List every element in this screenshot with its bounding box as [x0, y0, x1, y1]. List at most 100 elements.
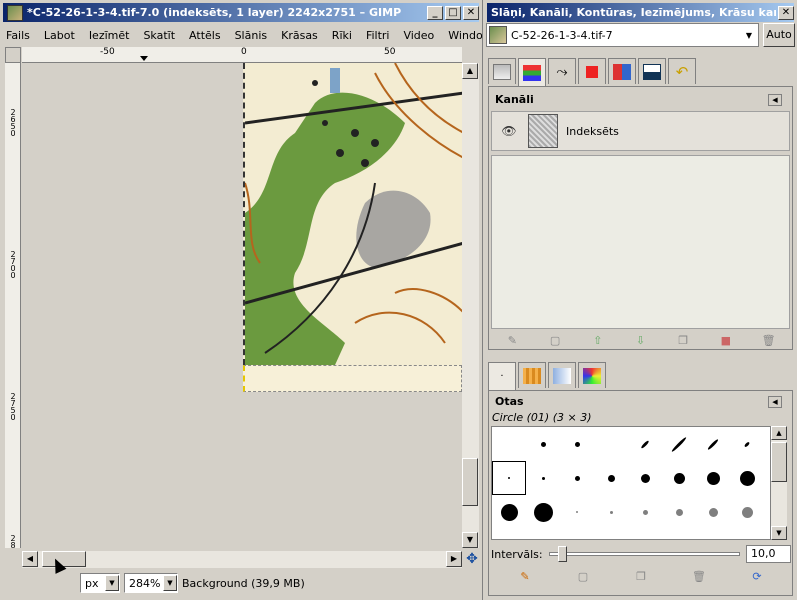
maximize-button[interactable]: □ [445, 5, 461, 20]
menu-video[interactable]: Video [403, 29, 434, 42]
brush-cell[interactable] [560, 427, 594, 461]
edit-brush-icon[interactable]: ✎ [518, 570, 532, 584]
menu-image[interactable]: Attēls [189, 29, 221, 42]
brush-scroll-thumb[interactable] [771, 442, 787, 482]
scroll-down-arrow-icon[interactable]: ▼ [462, 532, 478, 548]
panel-menu-arrow-icon[interactable]: ◀ [768, 396, 782, 408]
tab-selection[interactable] [578, 58, 606, 84]
brush-grid[interactable] [491, 426, 771, 540]
tab-patterns[interactable] [518, 362, 546, 388]
refresh-brushes-icon[interactable]: ⟳ [750, 570, 764, 584]
brush-cell[interactable] [730, 461, 764, 495]
menu-view[interactable]: Skatīt [143, 29, 175, 42]
brush-cell[interactable] [730, 427, 764, 461]
delete-channel-icon[interactable]: 🗑 [762, 334, 776, 348]
brush-cell[interactable] [628, 427, 662, 461]
spacing-slider-knob[interactable] [557, 546, 567, 562]
brush-cell[interactable] [628, 461, 662, 495]
spacing-slider[interactable] [548, 546, 740, 562]
menu-select[interactable]: Iezīmēt [89, 29, 130, 42]
status-info: Background (39,9 MB) [182, 576, 305, 590]
image-canvas[interactable] [22, 63, 462, 548]
brush-cell[interactable] [628, 495, 662, 529]
brush-preview [574, 475, 580, 481]
undo-icon: ↶ [675, 62, 689, 81]
duplicate-brush-icon[interactable]: ❐ [634, 570, 648, 584]
brush-cell-selected[interactable] [492, 461, 526, 495]
chevron-down-icon[interactable]: ▼ [163, 575, 177, 591]
channel-to-selection-icon[interactable]: ■ [719, 334, 733, 348]
brush-cell[interactable] [526, 495, 560, 529]
channel-row[interactable]: 👁 Indeksēts [491, 111, 790, 151]
new-channel-icon[interactable]: ▢ [548, 334, 562, 348]
edit-channel-icon[interactable]: ✎ [505, 334, 519, 348]
brush-cell[interactable] [594, 461, 628, 495]
eye-icon[interactable]: 👁 [498, 124, 520, 138]
brush-cell[interactable] [662, 427, 696, 461]
brush-cell[interactable] [662, 461, 696, 495]
tab-colormap[interactable] [608, 58, 636, 84]
delete-brush-icon[interactable]: 🗑 [692, 570, 706, 584]
new-brush-icon[interactable]: ▢ [576, 570, 590, 584]
scroll-down-arrow-icon[interactable]: ▼ [771, 526, 787, 540]
palettes-icon [583, 367, 601, 384]
menu-colors[interactable]: Krāsas [281, 29, 318, 42]
zoom-select[interactable]: 284% ▼ [124, 573, 178, 593]
brush-cell[interactable] [594, 495, 628, 529]
tab-undo-history[interactable]: ↶ [668, 58, 696, 84]
scroll-up-arrow-icon[interactable]: ▲ [462, 63, 478, 79]
vruler-label: 2 8 [10, 534, 16, 550]
image-window-titlebar[interactable]: *C-52-26-1-3-4.tif-7.0 (indeksēts, 1 lay… [0, 0, 482, 25]
patterns-icon [523, 367, 541, 384]
brush-preview [743, 440, 751, 448]
vertical-scroll-thumb[interactable] [462, 458, 478, 506]
image-selector[interactable]: C-52-26-1-3-4.tif-7 ▼ [486, 23, 759, 47]
vertical-scrollbar[interactable]: ▲ ▼ [462, 63, 479, 548]
brush-cell[interactable] [492, 427, 526, 461]
brush-cell[interactable] [696, 427, 730, 461]
brush-cell[interactable] [560, 461, 594, 495]
tab-layers[interactable] [488, 58, 516, 84]
menu-filters[interactable]: Filtri [366, 29, 390, 42]
quickmask-corner-button[interactable] [5, 47, 21, 63]
brush-cell[interactable] [560, 495, 594, 529]
spacing-spinbox[interactable]: 10,0 [745, 545, 791, 563]
brush-cell[interactable] [696, 461, 730, 495]
auto-button[interactable]: Auto [763, 23, 795, 47]
lower-channel-icon[interactable]: ⇩ [633, 334, 647, 348]
menu-edit[interactable]: Labot [44, 29, 75, 42]
brush-cell[interactable] [730, 495, 764, 529]
menu-tools[interactable]: Rīki [332, 29, 352, 42]
navigate-icon[interactable]: ✥ [464, 551, 480, 567]
close-button[interactable]: ✕ [778, 5, 794, 20]
unit-select[interactable]: px ▼ [80, 573, 120, 593]
horizontal-scrollbar[interactable]: ◀ ▶ [22, 551, 462, 568]
brush-cell[interactable] [492, 495, 526, 529]
brush-cell[interactable] [526, 461, 560, 495]
brush-cell[interactable] [662, 495, 696, 529]
tab-brushes[interactable]: · [488, 362, 516, 390]
brush-scrollbar[interactable]: ▲ ▼ [771, 426, 787, 540]
chevron-down-icon[interactable]: ▼ [740, 31, 758, 40]
duplicate-channel-icon[interactable]: ❐ [676, 334, 690, 348]
close-button[interactable]: ✕ [463, 5, 479, 20]
channels-list-empty-area[interactable] [491, 155, 790, 329]
brush-cell[interactable] [696, 495, 730, 529]
tab-gradients[interactable] [548, 362, 576, 388]
tab-histogram[interactable] [638, 58, 666, 84]
scroll-up-arrow-icon[interactable]: ▲ [771, 426, 787, 440]
menu-layer[interactable]: Slānis [235, 29, 268, 42]
tab-channels[interactable] [518, 58, 546, 86]
brush-cell[interactable] [526, 427, 560, 461]
menu-file[interactable]: Fails [6, 29, 30, 42]
chevron-down-icon[interactable]: ▼ [105, 575, 119, 591]
raise-channel-icon[interactable]: ⇧ [591, 334, 605, 348]
minimize-button[interactable]: _ [427, 5, 443, 20]
scroll-right-arrow-icon[interactable]: ▶ [446, 551, 462, 567]
tab-palettes[interactable] [578, 362, 606, 388]
tab-paths[interactable]: ⤳ [548, 58, 576, 84]
menu-windows[interactable]: Windows [448, 29, 482, 42]
image-selector-value: C-52-26-1-3-4.tif-7 [511, 28, 613, 42]
scroll-left-arrow-icon[interactable]: ◀ [22, 551, 38, 567]
panel-menu-arrow-icon[interactable]: ◀ [768, 94, 782, 106]
